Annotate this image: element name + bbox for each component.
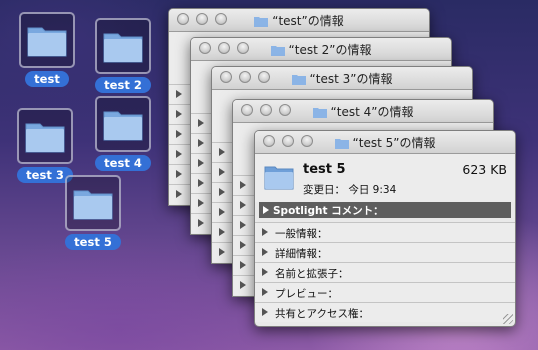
folder-icon: [334, 138, 349, 152]
desktop-icon-test-2[interactable]: test 2: [88, 18, 158, 93]
desktop-icon-test-3[interactable]: test 3: [10, 108, 80, 183]
section-name-extension[interactable]: 名前と拡張子：: [255, 262, 515, 282]
desktop-icon-label: test 4: [95, 155, 151, 171]
info-window-test-5[interactable]: “test 5”の情報 test 5 623 KB 変更日： 今日 9:34 S…: [254, 130, 516, 327]
disclosure-triangle-icon[interactable]: [198, 119, 204, 127]
spotlight-label: Spotlight コメント：: [273, 205, 384, 217]
disclosure-triangle-icon[interactable]: [262, 248, 268, 256]
disclosure-triangle-icon[interactable]: [240, 201, 246, 209]
disclosure-triangle-icon[interactable]: [240, 241, 246, 249]
disclosure-triangle-icon[interactable]: [176, 90, 182, 98]
desktop-icon-label: test 2: [95, 77, 151, 93]
window-titlebar[interactable]: “test 2”の情報: [191, 38, 451, 61]
folder-icon: [95, 96, 151, 152]
disclosure-triangle-icon[interactable]: [198, 219, 204, 227]
disclosure-triangle-icon[interactable]: [219, 248, 225, 256]
disclosure-triangle-icon[interactable]: [240, 261, 246, 269]
section-sharing-permissions[interactable]: 共有とアクセス権：: [255, 302, 515, 322]
desktop-icon-label: test 5: [65, 234, 121, 250]
disclosure-triangle-icon[interactable]: [176, 130, 182, 138]
disclosure-triangle-icon[interactable]: [240, 221, 246, 229]
section-label: 共有とアクセス権：: [275, 308, 369, 320]
section-label: 一般情報：: [275, 228, 328, 240]
disclosure-triangle-icon[interactable]: [176, 150, 182, 158]
desktop-icon-test-4[interactable]: test 4: [88, 96, 158, 171]
disclosure-triangle-icon[interactable]: [240, 281, 246, 289]
section-label: 名前と拡張子：: [275, 268, 349, 280]
window-title: “test 3”の情報: [309, 72, 393, 86]
section-label: 詳細情報：: [275, 248, 328, 260]
window-titlebar[interactable]: “test 5”の情報: [255, 131, 515, 154]
window-titlebar[interactable]: “test 4”の情報: [233, 100, 493, 123]
modified-date: 変更日： 今日 9:34: [303, 184, 397, 196]
section-label: プレビュー：: [275, 288, 338, 300]
disclosure-triangle-icon[interactable]: [198, 199, 204, 207]
disclosure-triangle-icon[interactable]: [219, 168, 225, 176]
window-titlebar[interactable]: “test 3”の情報: [212, 67, 472, 90]
disclosure-triangle-icon[interactable]: [262, 268, 268, 276]
window-title: “test 5”の情報: [352, 136, 436, 150]
folder-icon: [95, 18, 151, 74]
section-more-info[interactable]: 詳細情報：: [255, 242, 515, 262]
disclosure-triangle-icon[interactable]: [262, 228, 268, 236]
window-title: “test 2”の情報: [288, 43, 372, 57]
folder-icon: [264, 164, 294, 194]
disclosure-triangle-icon[interactable]: [262, 308, 268, 316]
resize-grip-icon[interactable]: [503, 314, 513, 324]
section-general[interactable]: 一般情報：: [255, 222, 515, 242]
disclosure-triangle-icon[interactable]: [219, 208, 225, 216]
disclosure-triangle-icon[interactable]: [198, 159, 204, 167]
item-name: test 5: [303, 162, 346, 177]
disclosure-triangle-icon[interactable]: [219, 228, 225, 236]
spotlight-comments-row[interactable]: Spotlight コメント：: [259, 202, 511, 218]
window-title: “test 4”の情報: [330, 105, 414, 119]
disclosure-triangle-icon[interactable]: [262, 288, 268, 296]
item-size: 623 KB: [462, 162, 507, 177]
desktop-icon-test-5[interactable]: test 5: [58, 175, 128, 250]
disclosure-triangle-icon[interactable]: [176, 190, 182, 198]
disclosure-triangle-icon[interactable]: [219, 188, 225, 196]
folder-icon: [19, 12, 75, 68]
disclosure-triangle-icon[interactable]: [176, 170, 182, 178]
disclosure-triangle-icon[interactable]: [263, 206, 269, 214]
disclosure-triangle-icon[interactable]: [176, 110, 182, 118]
disclosure-triangle-icon[interactable]: [198, 179, 204, 187]
folder-icon: [65, 175, 121, 231]
window-titlebar[interactable]: “test”の情報: [169, 9, 429, 32]
folder-icon: [270, 45, 285, 59]
folder-icon: [291, 74, 306, 88]
disclosure-triangle-icon[interactable]: [240, 181, 246, 189]
disclosure-triangle-icon[interactable]: [219, 148, 225, 156]
section-preview[interactable]: プレビュー：: [255, 282, 515, 302]
folder-icon: [254, 16, 269, 30]
desktop-icon-label: test: [25, 71, 69, 87]
disclosure-triangle-icon[interactable]: [198, 139, 204, 147]
folder-icon: [312, 107, 327, 121]
folder-icon: [17, 108, 73, 164]
info-summary: test 5 623 KB 変更日： 今日 9:34: [255, 154, 515, 202]
desktop-icon-test[interactable]: test: [12, 12, 82, 87]
window-title: “test”の情報: [272, 14, 344, 28]
